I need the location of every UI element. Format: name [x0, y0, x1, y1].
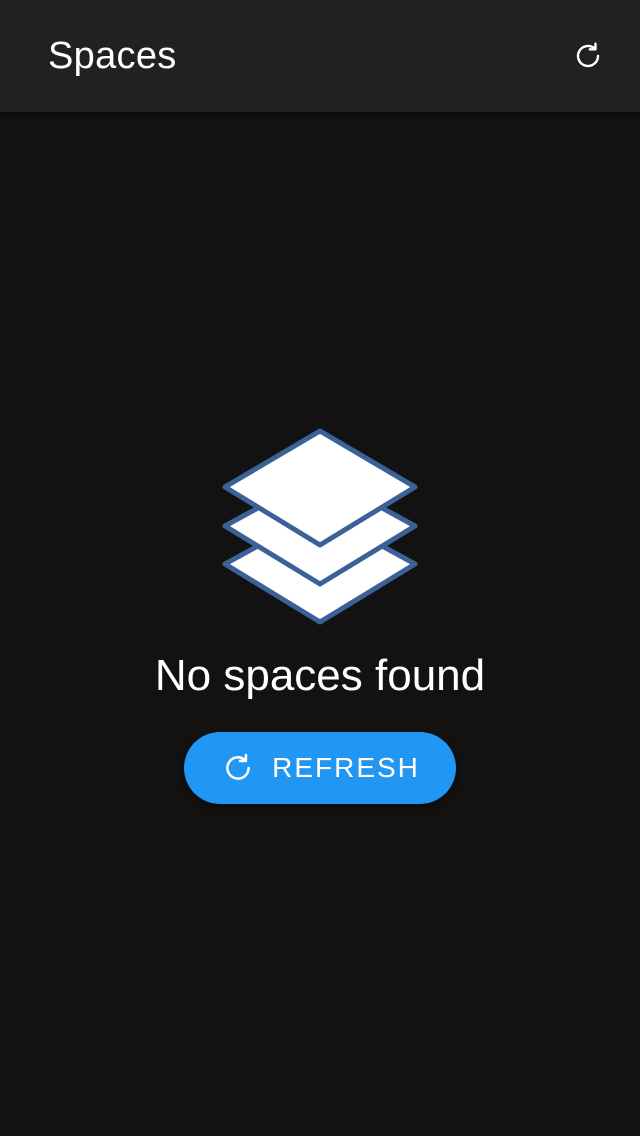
empty-state: No spaces found REFRESH: [0, 420, 640, 804]
app-bar: Spaces: [0, 0, 640, 112]
empty-message: No spaces found: [154, 651, 486, 700]
app-bar-refresh-button[interactable]: [564, 32, 612, 80]
refresh-button-label: REFRESH: [272, 752, 420, 783]
page-title: Spaces: [48, 35, 177, 77]
layers-icon: [222, 428, 418, 625]
refresh-button[interactable]: REFRESH: [184, 732, 456, 804]
refresh-icon: [576, 42, 600, 68]
refresh-icon: [220, 750, 256, 786]
spaces-screen: Spaces No spaces found REFRESH: [0, 0, 640, 1136]
